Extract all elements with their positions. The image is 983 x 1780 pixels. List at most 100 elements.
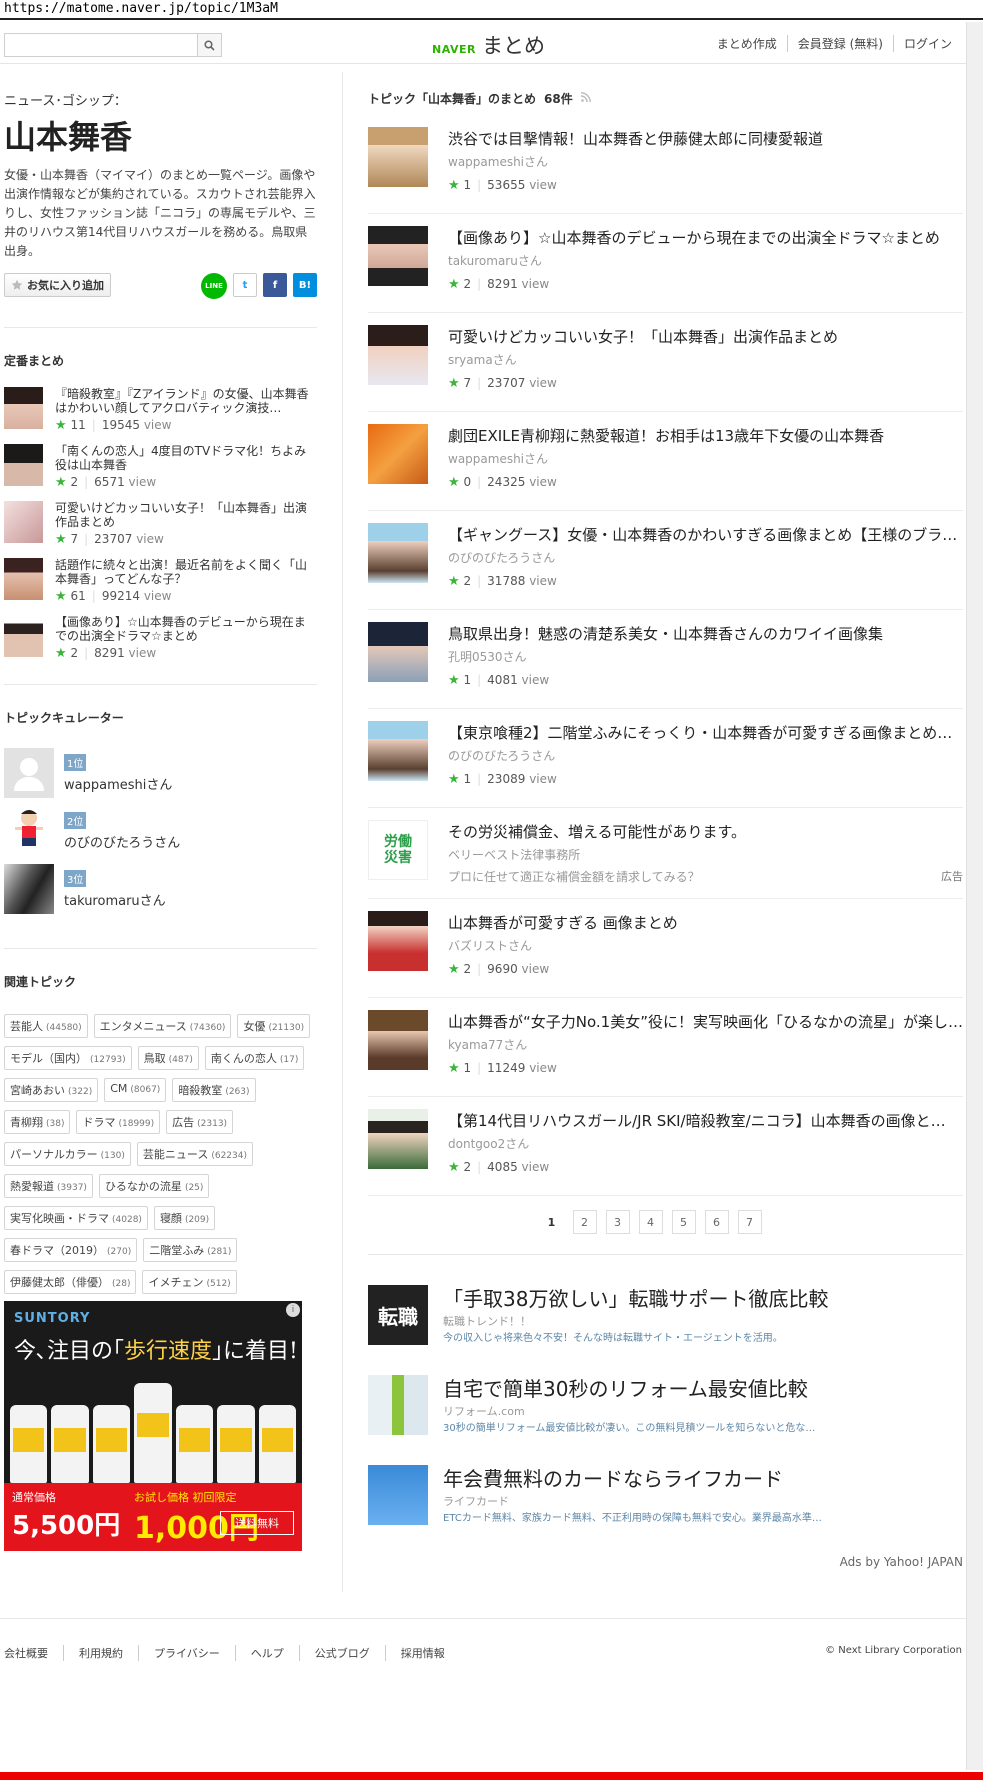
facebook-share-icon[interactable]: f <box>263 273 287 297</box>
adchoices-icon[interactable]: i <box>286 1303 300 1317</box>
matome-title[interactable]: 山本舞香が“女子力No.1美女”役に！実写映画化「ひるなかの流星」が楽しみ♪ <box>448 1011 963 1032</box>
site-logo[interactable]: NAVER まとめ <box>432 30 545 60</box>
matome-author[interactable]: sryamaさん <box>448 351 517 368</box>
teiban-item[interactable]: 可愛いけどカッコいい女子！「山本舞香」出演作品まとめ ★ 7 | 23707 vie… <box>4 501 317 558</box>
nav-register[interactable]: 会員登録 (無料) <box>786 35 893 52</box>
page-3-link[interactable]: 3 <box>605 1210 630 1234</box>
matome-item[interactable]: 山本舞香が“女子力No.1美女”役に！実写映画化「ひるなかの流星」が楽しみ♪ ky… <box>368 998 963 1097</box>
page-5-link[interactable]: 5 <box>671 1210 696 1234</box>
related-tag[interactable]: 宮崎あおい (322) <box>4 1078 99 1102</box>
matome-item[interactable]: 劇団EXILE青柳翔に熱愛報道！お相手は13歳年下女優の山本舞香 wappames… <box>368 412 963 511</box>
matome-item[interactable]: 【第14代目リハウスガール/JR SKI/暗殺教室/ニコラ】山本舞香の画像と… d… <box>368 1097 963 1196</box>
topic-category[interactable]: ニュース･ゴシップ： <box>4 90 317 109</box>
related-tag[interactable]: エンタメニュース (74360) <box>93 1014 232 1038</box>
related-tag[interactable]: 女優 (21130) <box>237 1014 311 1038</box>
footer-link[interactable]: ヘルプ <box>234 1645 299 1661</box>
related-tag[interactable]: 実写化映画・ドラマ (4028) <box>4 1206 148 1230</box>
matome-author[interactable]: dontgoo2さん <box>448 1135 529 1152</box>
yahoo-ad-item[interactable]: 自宅で簡単30秒のリフォーム最安値比較 リフォーム.com 30秒の簡単リフォーム最… <box>368 1375 963 1465</box>
nav-create-matome[interactable]: まとめ作成 <box>707 35 787 52</box>
related-tag[interactable]: 暗殺教室 (263) <box>172 1078 256 1102</box>
nav-login[interactable]: ログイン <box>892 35 962 52</box>
curator-item[interactable]: 2位 のびのびたろうさん <box>4 802 317 860</box>
related-tag[interactable]: 伊藤健太郎（俳優） (28) <box>4 1270 137 1294</box>
matome-item[interactable]: 【東京喰種2】二階堂ふみにそっくり・山本舞香が可愛すぎる画像まとめ… のびのびたろ… <box>368 709 963 808</box>
page-1-link[interactable]: 1 <box>540 1210 564 1234</box>
teiban-item[interactable]: 話題作に続々と出演！最近名前をよく聞く「山本舞香」ってどんな子？ ★ 61 | 99… <box>4 558 317 615</box>
footer-link[interactable]: 会社概要 <box>4 1645 63 1661</box>
ad-title[interactable]: その労災補償金、増える可能性があります。 <box>448 821 963 842</box>
add-favorite-button[interactable]: お気に入り追加 <box>4 273 111 297</box>
search-input[interactable] <box>5 34 199 56</box>
matome-title[interactable]: 渋谷では目撃情報！山本舞香と伊藤健太郎に同棲愛報道 <box>448 128 963 149</box>
page-2-link[interactable]: 2 <box>572 1210 597 1234</box>
related-tag[interactable]: 熱愛報道 (3937) <box>4 1174 93 1198</box>
teiban-item[interactable]: 【画像あり】☆山本舞香のデビューから現在までの出演全ドラマ☆まとめ ★ 2 | 82… <box>4 615 317 672</box>
page-7-link[interactable]: 7 <box>737 1210 762 1234</box>
matome-author[interactable]: takuromaruさん <box>448 252 542 269</box>
matome-title[interactable]: 【第14代目リハウスガール/JR SKI/暗殺教室/ニコラ】山本舞香の画像と… <box>448 1110 963 1131</box>
related-tag[interactable]: 寝顔 (209) <box>153 1206 216 1230</box>
matome-item[interactable]: 【画像あり】☆山本舞香のデビューから現在までの出演全ドラマ☆まとめ takurom… <box>368 214 963 313</box>
teiban-item[interactable]: 「南くんの恋人」4度目のTVドラマ化！ちよみ役は山本舞香 ★ 2 | 6571 vi… <box>4 444 317 501</box>
curator-item[interactable]: 3位 takuromaruさん <box>4 860 317 918</box>
related-tag[interactable]: CM (8067) <box>104 1078 167 1102</box>
matome-title[interactable]: 【東京喰種2】二階堂ふみにそっくり・山本舞香が可愛すぎる画像まとめ… <box>448 722 963 743</box>
footer-link[interactable]: 採用情報 <box>384 1645 460 1661</box>
related-tag[interactable]: 南くんの恋人 (17) <box>204 1046 305 1070</box>
address-bar[interactable]: https://matome.naver.jp/topic/1M3aM <box>0 0 983 20</box>
related-tag[interactable]: 春ドラマ（2019） (270) <box>4 1238 138 1262</box>
related-tag[interactable]: モデル（国内） (12793) <box>4 1046 132 1070</box>
related-tag[interactable]: ドラマ (18999) <box>76 1110 161 1134</box>
matome-author[interactable]: のびのびたろうさん <box>448 549 555 566</box>
matome-author[interactable]: wappameshiさん <box>448 450 548 467</box>
ad-title[interactable]: 年会費無料のカードならライフカード <box>443 1463 783 1492</box>
matome-author[interactable]: kyama77さん <box>448 1036 527 1053</box>
matome-title[interactable]: 山本舞香が可愛すぎる 画像まとめ <box>448 912 963 933</box>
curator-item[interactable]: 1位 wappameshiさん <box>4 744 317 802</box>
footer-link[interactable]: 利用規約 <box>63 1645 138 1661</box>
footer-link[interactable]: 公式ブログ <box>298 1645 385 1661</box>
teiban-item[interactable]: 『暗殺教室』『Zアイランド』の女優、山本舞香はかわいい顔してアクロバティック演技… <box>4 387 317 444</box>
yahoo-ad-item[interactable]: 年会費無料のカードならライフカード ライフカード ETCカード無料、家族カード無料、… <box>368 1465 963 1555</box>
related-tag[interactable]: 青柳翔 (38) <box>4 1110 71 1134</box>
matome-title[interactable]: 鳥取県出身！魅惑の清楚系美女・山本舞香さんのカワイイ画像集 <box>448 623 963 644</box>
matome-item[interactable]: 鳥取県出身！魅惑の清楚系美女・山本舞香さんのカワイイ画像集 孔明0530さん ★ 1… <box>368 610 963 709</box>
matome-title[interactable]: 【ギャングース】女優・山本舞香のかわいすぎる画像まとめ【王様のブラ… <box>448 524 963 545</box>
related-tag[interactable]: 広告 (2313) <box>166 1110 234 1134</box>
related-tag[interactable]: 芸能ニュース (62234) <box>136 1142 253 1166</box>
rss-icon[interactable] <box>580 92 591 105</box>
hatena-share-icon[interactable]: B! <box>293 273 317 297</box>
matome-author[interactable]: 孔明0530さん <box>448 648 527 665</box>
matome-item[interactable]: 可愛いけどカッコいい女子！「山本舞香」出演作品まとめ sryamaさん ★ 7 | 23… <box>368 313 963 412</box>
related-tag[interactable]: 二階堂ふみ (281) <box>143 1238 238 1262</box>
matome-author[interactable]: バズリストさん <box>448 937 532 954</box>
related-tag[interactable]: パーソナルカラー (130) <box>4 1142 131 1166</box>
ads-credit[interactable]: Ads by Yahoo! JAPAN <box>368 1555 963 1569</box>
ad-title[interactable]: 「手取38万欲しい」転職サポート徹底比較 <box>443 1283 828 1312</box>
matome-title[interactable]: 劇団EXILE青柳翔に熱愛報道！お相手は13歳年下女優の山本舞香 <box>448 425 963 446</box>
footer-link[interactable]: プライバシー <box>138 1645 235 1661</box>
yahoo-ad-item[interactable]: 転職 「手取38万欲しい」転職サポート徹底比較 転職トレンド！！ 今の収入じゃ将来色々… <box>368 1285 963 1375</box>
matome-item[interactable]: 【ギャングース】女優・山本舞香のかわいすぎる画像まとめ【王様のブラ… のびのびたろ… <box>368 511 963 610</box>
related-tag[interactable]: 鳥取 (487) <box>137 1046 199 1070</box>
tag-count: (270) <box>107 1247 132 1257</box>
matome-author[interactable]: のびのびたろうさん <box>448 747 555 764</box>
matome-title[interactable]: 可愛いけどカッコいい女子！「山本舞香」出演作品まとめ <box>448 326 963 347</box>
matome-title[interactable]: 【画像あり】☆山本舞香のデビューから現在までの出演全ドラマ☆まとめ <box>448 227 963 248</box>
banner-ad[interactable]: i SUNTORY 今､注目の｢歩行速度｣に着目! 通常価格 5,500円 お試… <box>4 1301 302 1551</box>
page-6-link[interactable]: 6 <box>704 1210 729 1234</box>
matome-author[interactable]: wappameshiさん <box>448 153 548 170</box>
search-button[interactable] <box>197 34 221 56</box>
related-tag[interactable]: イメチェン (512) <box>142 1270 237 1294</box>
sponsored-item[interactable]: 労働災害 その労災補償金、増える可能性があります。 ベリーベスト法律事務所 プロに任せ… <box>368 808 963 899</box>
related-tag[interactable]: 芸能人 (44580) <box>4 1014 88 1038</box>
related-tag[interactable]: ひるなかの流星 (25) <box>98 1174 210 1198</box>
matome-item[interactable]: 渋谷では目撃情報！山本舞香と伊藤健太郎に同棲愛報道 wappameshiさん ★ 1… <box>368 115 963 214</box>
page-4-link[interactable]: 4 <box>638 1210 663 1234</box>
scrollbar[interactable] <box>966 22 983 1770</box>
matome-item[interactable]: 山本舞香が可愛すぎる 画像まとめ バズリストさん ★ 2 | 9690 view <box>368 899 963 998</box>
twitter-share-icon[interactable]: t <box>233 273 257 297</box>
line-share-icon[interactable]: LINE <box>201 273 227 299</box>
ad-title[interactable]: 自宅で簡単30秒のリフォーム最安値比較 <box>443 1373 808 1402</box>
